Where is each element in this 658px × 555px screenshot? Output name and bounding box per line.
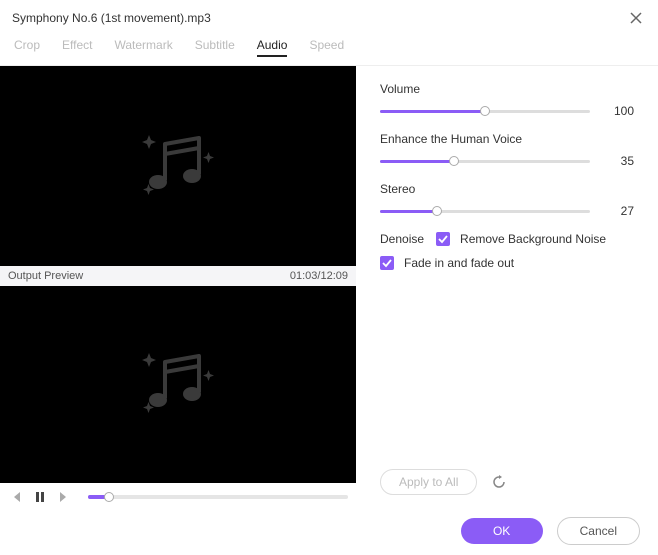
skip-back-icon — [10, 491, 22, 503]
output-preview — [0, 286, 356, 484]
close-icon — [629, 11, 643, 25]
denoise-lead-label: Denoise — [380, 232, 424, 246]
tab-speed[interactable]: Speed — [309, 38, 344, 57]
enhance-label: Enhance the Human Voice — [380, 132, 634, 146]
reset-button[interactable] — [491, 474, 507, 490]
tab-watermark[interactable]: Watermark — [114, 38, 172, 57]
ok-button[interactable]: OK — [461, 518, 543, 544]
cancel-button[interactable]: Cancel — [557, 517, 640, 545]
tab-effect[interactable]: Effect — [62, 38, 92, 57]
volume-thumb[interactable] — [480, 106, 490, 116]
enhance-value: 35 — [606, 154, 634, 168]
preview-label: Output Preview — [8, 270, 83, 282]
stereo-label: Stereo — [380, 182, 634, 196]
stereo-slider[interactable] — [380, 210, 590, 213]
volume-label: Volume — [380, 82, 634, 96]
music-note-icon — [133, 344, 223, 424]
music-note-icon — [133, 126, 223, 206]
tab-crop[interactable]: Crop — [14, 38, 40, 57]
check-icon — [438, 234, 448, 244]
skip-forward-icon — [58, 491, 70, 503]
volume-slider[interactable] — [380, 110, 590, 113]
stereo-value: 27 — [606, 204, 634, 218]
denoise-label: Remove Background Noise — [460, 232, 606, 246]
enhance-slider[interactable] — [380, 160, 590, 163]
apply-to-all-button[interactable]: Apply to All — [380, 469, 477, 495]
next-button[interactable] — [56, 489, 72, 505]
denoise-checkbox[interactable] — [436, 232, 450, 246]
tab-subtitle[interactable]: Subtitle — [195, 38, 235, 57]
window-title: Symphony No.6 (1st movement).mp3 — [12, 11, 211, 25]
preview-timecode: 01:03/12:09 — [290, 270, 348, 282]
pause-button[interactable] — [32, 489, 48, 505]
prev-button[interactable] — [8, 489, 24, 505]
pause-icon — [34, 491, 46, 503]
stereo-thumb[interactable] — [432, 206, 442, 216]
enhance-thumb[interactable] — [449, 156, 459, 166]
tab-bar: Crop Effect Watermark Subtitle Audio Spe… — [0, 32, 658, 66]
reset-icon — [492, 475, 506, 489]
volume-value: 100 — [606, 104, 634, 118]
fade-checkbox[interactable] — [380, 256, 394, 270]
playback-thumb[interactable] — [104, 492, 114, 502]
tab-audio[interactable]: Audio — [257, 38, 288, 57]
fade-label: Fade in and fade out — [404, 256, 514, 270]
source-preview — [0, 66, 356, 266]
close-button[interactable] — [626, 8, 646, 28]
playback-slider[interactable] — [88, 495, 348, 499]
check-icon — [382, 258, 392, 268]
